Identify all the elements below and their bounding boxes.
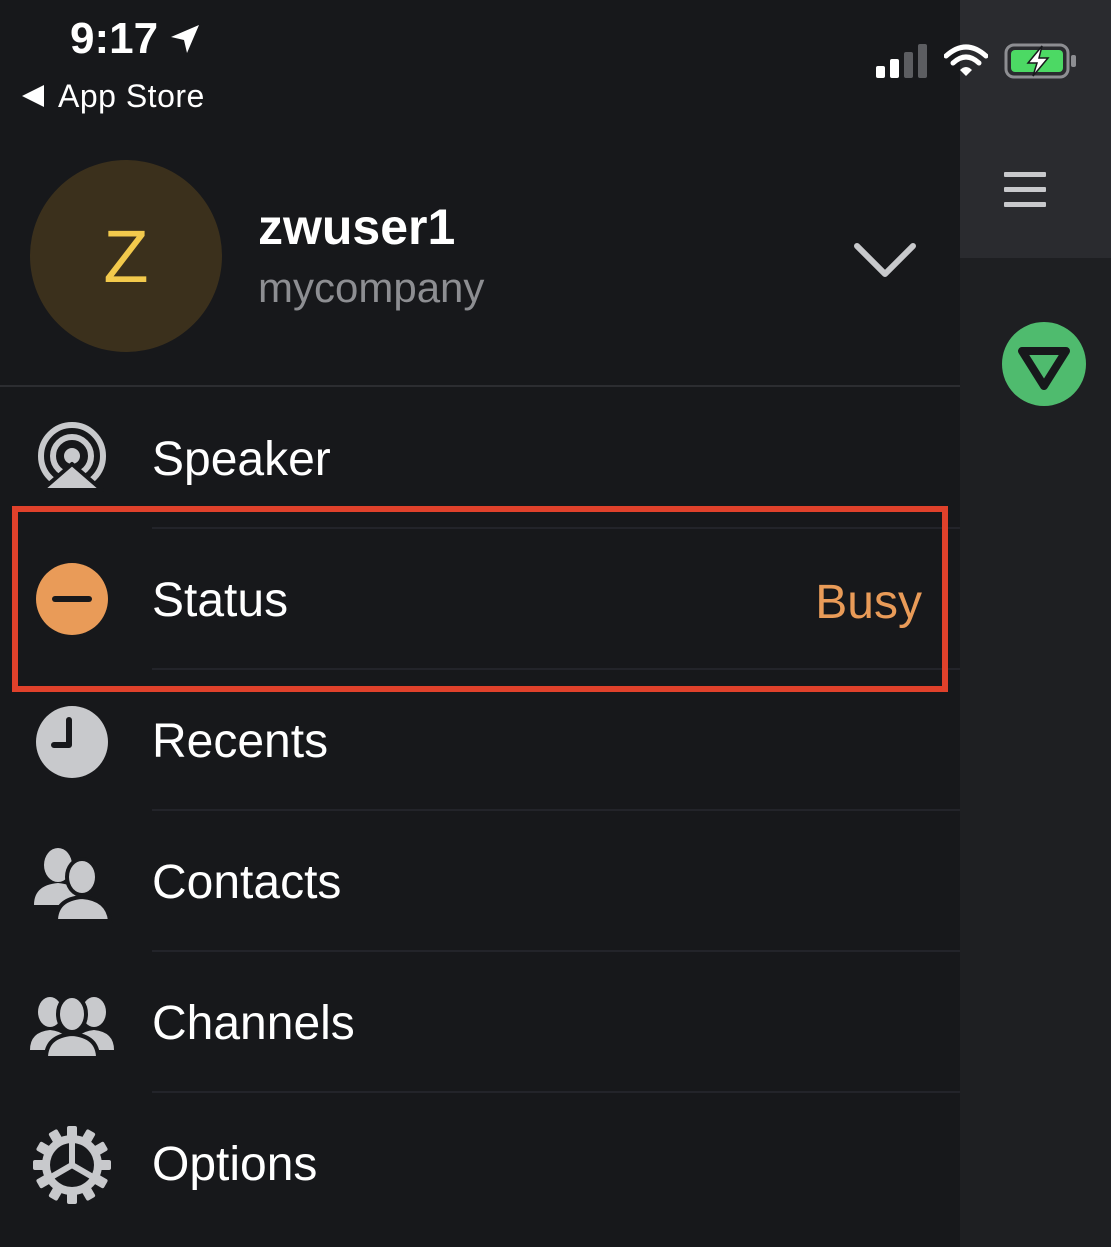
avatar: Z — [30, 160, 222, 352]
menu-item-recents[interactable]: Recents — [0, 670, 960, 811]
back-app-label: App Store — [58, 77, 205, 114]
speaker-broadcast-icon — [38, 422, 106, 492]
menu-list: Speaker Status Busy Recents Contacts Cha… — [0, 388, 960, 1234]
username: zwuser1 — [258, 199, 456, 255]
side-panel — [960, 0, 1111, 1247]
back-to-app-store-button[interactable]: App Store — [22, 76, 205, 116]
menu-item-label: Status — [152, 574, 289, 627]
menu-item-options[interactable]: Options — [0, 1093, 960, 1234]
channels-group-icon — [30, 994, 114, 1060]
location-arrow-icon — [171, 25, 199, 53]
battery-charging-icon — [1004, 43, 1076, 79]
cellular-signal-icon — [876, 44, 927, 78]
menu-item-label: Options — [152, 1138, 318, 1191]
menu-item-label: Contacts — [152, 856, 342, 909]
company-name: mycompany — [258, 264, 485, 311]
avatar-initial: Z — [103, 214, 149, 298]
menu-item-channels[interactable]: Channels — [0, 952, 960, 1093]
contacts-icon — [34, 848, 113, 923]
side-panel-header — [960, 0, 1111, 258]
status-value: Busy — [815, 576, 922, 629]
profile-header[interactable]: Z zwuser1 mycompany — [0, 150, 960, 386]
menu-item-label: Recents — [152, 715, 329, 768]
hamburger-menu-icon[interactable] — [1004, 172, 1046, 208]
menu-item-contacts[interactable]: Contacts — [0, 811, 960, 952]
profile-divider — [0, 385, 960, 387]
menu-item-label: Speaker — [152, 433, 331, 486]
menu-item-speaker[interactable]: Speaker — [0, 388, 960, 529]
busy-status-icon — [36, 563, 108, 635]
wifi-icon — [944, 44, 988, 76]
menu-item-status[interactable]: Status Busy — [0, 529, 960, 670]
status-time: 9:17 — [70, 14, 159, 63]
zello-logo-icon[interactable] — [1002, 322, 1086, 406]
clock-icon — [36, 706, 108, 778]
gear-icon — [33, 1126, 111, 1204]
menu-item-label: Channels — [152, 997, 355, 1050]
chevron-down-icon[interactable] — [852, 238, 918, 282]
back-triangle-icon — [22, 85, 44, 107]
